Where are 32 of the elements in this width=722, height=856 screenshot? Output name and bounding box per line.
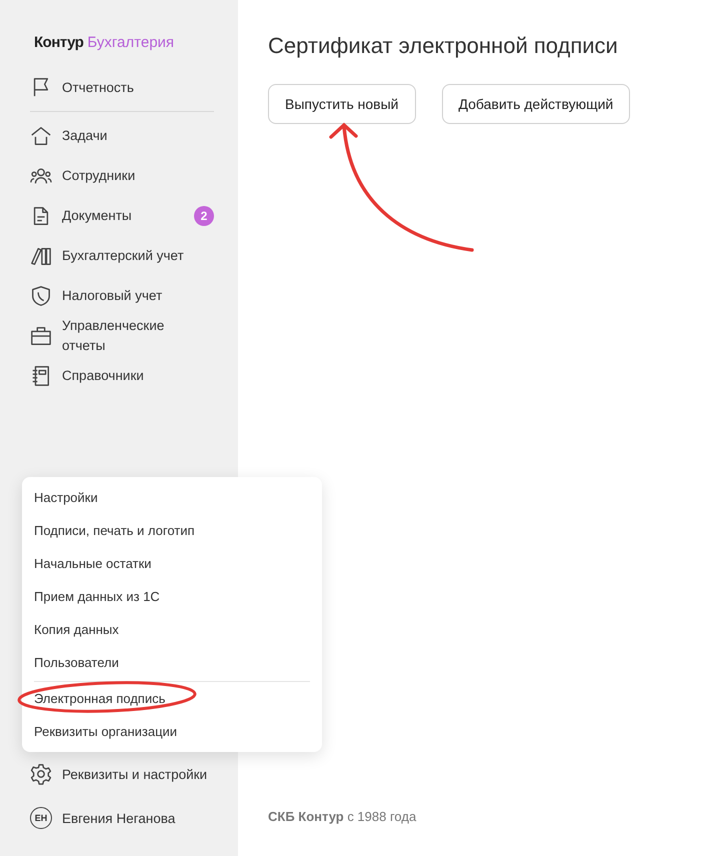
shield-icon <box>30 285 52 307</box>
nav-item[interactable]: Сотрудники <box>62 166 207 186</box>
page-title: Сертификат электронной подписи <box>268 33 619 59</box>
house-icon <box>30 125 52 147</box>
nav-item[interactable]: Документы <box>62 206 184 226</box>
menu-item[interactable]: Копия данных <box>34 613 310 646</box>
menu-item[interactable]: Реквизиты организации <box>34 715 310 748</box>
action-button[interactable]: Добавить действующий <box>442 84 630 124</box>
count-badge: 2 <box>194 206 214 226</box>
menu-item[interactable]: Пользователи <box>34 646 310 679</box>
logo-brand: Контур <box>34 34 84 51</box>
menu-item[interactable]: Прием данных из 1С <box>34 580 310 613</box>
nav-item[interactable]: Отчетность <box>62 80 134 94</box>
logo-product: Бухгалтерия <box>87 34 174 51</box>
briefcase-icon <box>30 325 52 347</box>
nav-item[interactable]: Бухгалтерский учет <box>62 246 207 266</box>
notebook-icon <box>30 365 52 387</box>
menu-item[interactable]: Начальные остатки <box>34 547 310 580</box>
nav-item[interactable]: Управленческие отчеты <box>62 316 207 356</box>
menu-item[interactable]: Подписи, печать и логотип <box>34 514 310 547</box>
user-name[interactable]: Евгения Неганова <box>62 810 176 826</box>
nav-item[interactable]: Налоговый учет <box>62 286 207 306</box>
nav-item[interactable]: Справочники <box>62 366 207 386</box>
avatar-initials[interactable]: ЕН <box>30 807 52 829</box>
menu-item[interactable]: Электронная подпись <box>34 682 310 715</box>
action-button[interactable]: Выпустить новый <box>268 84 416 124</box>
nav-item[interactable]: Задачи <box>62 126 207 146</box>
books-icon <box>30 245 52 267</box>
nav-item[interactable]: Реквизиты и настройки <box>62 766 208 782</box>
settings-icon <box>30 763 52 785</box>
menu-item[interactable]: Настройки <box>34 481 310 514</box>
footer-text: СКБ Контур с 1988 года <box>268 809 416 824</box>
